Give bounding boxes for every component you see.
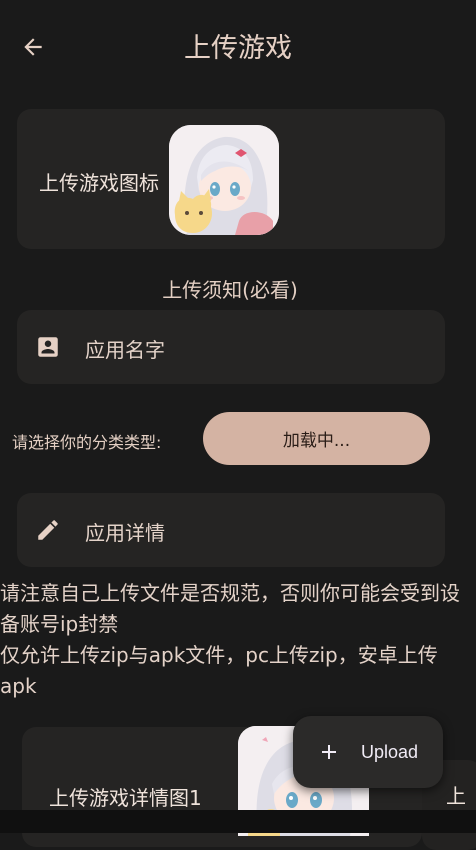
app-detail-input[interactable]: 应用详情: [85, 517, 165, 546]
category-label: 请选择你的分类类型:: [12, 433, 162, 452]
app-detail-field[interactable]: 应用详情: [17, 493, 445, 567]
upload-warnings: 请注意自己上传文件是否规范，否则你可能会受到设备账号ip封禁 仅允许上传zip与…: [0, 578, 470, 702]
upload-button-label: Upload: [361, 741, 419, 762]
detail-image-label-1: 上传游戏详情图1: [49, 786, 202, 810]
top-app-bar: 上传游戏: [0, 0, 476, 96]
page-title: 上传游戏: [184, 33, 292, 64]
anime-girl-picture: [169, 125, 279, 235]
category-select-button[interactable]: 加载中...: [203, 412, 430, 465]
upload-notice-link[interactable]: 上传须知(必看): [0, 274, 460, 303]
upload-button[interactable]: Upload: [293, 716, 443, 788]
upload-icon-label: 上传游戏图标: [39, 171, 159, 195]
warning-text-2: 仅允许上传zip与apk文件，pc上传zip，安卓上传apk: [0, 643, 438, 698]
pencil-icon: [38, 520, 58, 540]
detail-image-label-2: 上: [446, 784, 466, 808]
app-name-input[interactable]: 应用名字: [85, 334, 165, 363]
plus-icon: [322, 745, 336, 759]
warning-text-1: 请注意自己上传文件是否规范，否则你可能会受到设备账号ip封禁: [0, 581, 460, 636]
game-icon-image[interactable]: [169, 125, 279, 235]
app-name-field[interactable]: 应用名字: [17, 310, 445, 384]
account-box-icon: [38, 337, 58, 357]
system-navigation-bar: [0, 810, 476, 833]
